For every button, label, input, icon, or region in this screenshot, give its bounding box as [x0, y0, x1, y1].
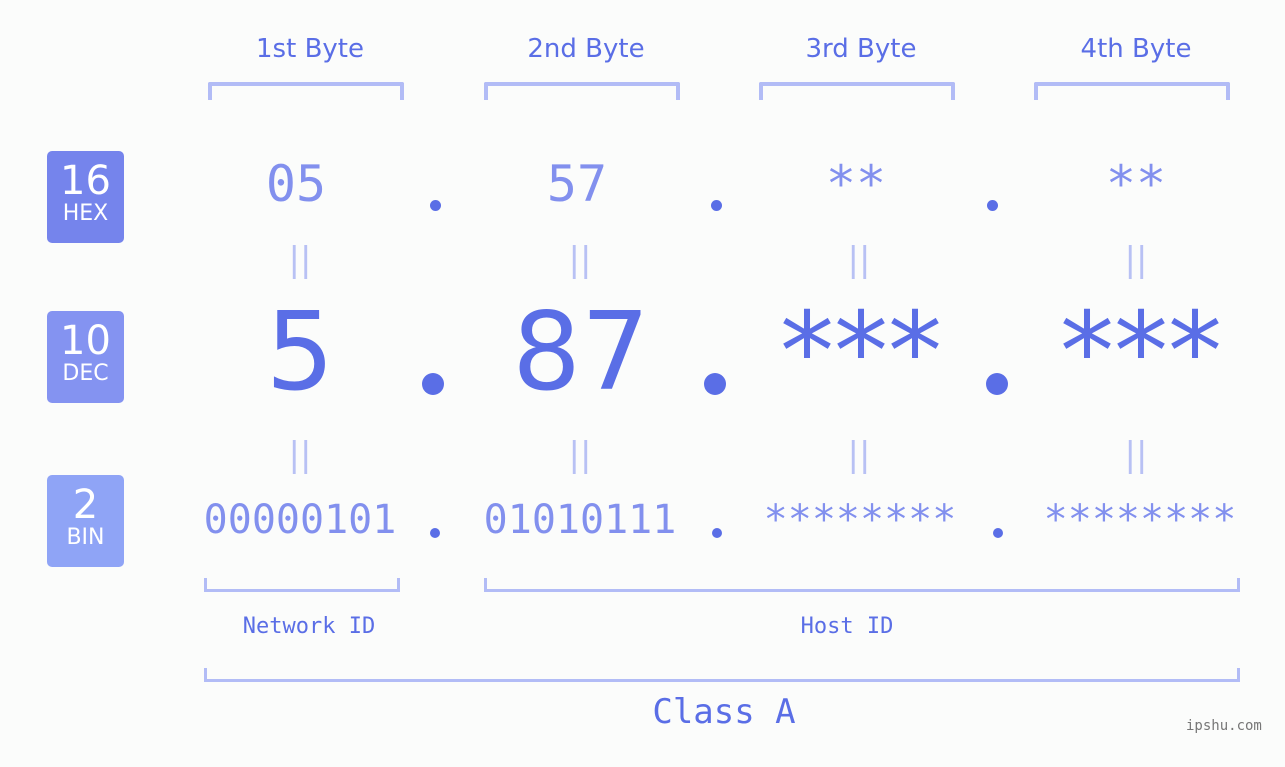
header-byte-1: 1st Byte: [256, 34, 364, 64]
equals-dec-bin-3: ||: [847, 435, 871, 475]
bracket-byte-2: [484, 82, 680, 100]
bin-badge-label: BIN: [66, 525, 105, 550]
dec-badge: 10 DEC: [47, 311, 124, 403]
hex-byte-4: **: [1105, 155, 1167, 213]
dec-dot-3: [986, 373, 1008, 395]
dec-dot-1: [422, 373, 444, 395]
dec-byte-3: ***: [780, 290, 942, 415]
bin-byte-4: ********: [1043, 497, 1237, 543]
bracket-byte-4: [1034, 82, 1230, 100]
dec-byte-4: ***: [1060, 290, 1222, 415]
header-byte-2: 2nd Byte: [527, 34, 645, 64]
dec-badge-label: DEC: [62, 361, 109, 386]
watermark: ipshu.com: [1186, 718, 1262, 734]
hex-byte-3: **: [825, 155, 887, 213]
hex-dot-3: [987, 200, 998, 211]
equals-dec-bin-2: ||: [568, 435, 592, 475]
hex-badge-label: HEX: [62, 201, 109, 226]
bin-badge: 2 BIN: [47, 475, 124, 567]
bin-dot-3: [993, 528, 1003, 538]
dec-dot-2: [704, 373, 726, 395]
bin-badge-number: 2: [72, 482, 99, 528]
bin-byte-2: 01010111: [483, 497, 677, 543]
network-id-label: Network ID: [242, 614, 376, 639]
network-id-bracket: [204, 578, 400, 592]
dec-badge-number: 10: [60, 318, 111, 364]
header-byte-4: 4th Byte: [1080, 34, 1192, 64]
equals-hex-dec-4: ||: [1124, 240, 1148, 280]
hex-dot-1: [430, 200, 441, 211]
host-id-label: Host ID: [800, 614, 894, 639]
bin-dot-1: [430, 528, 440, 538]
hex-byte-2: 57: [546, 155, 608, 213]
equals-dec-bin-4: ||: [1124, 435, 1148, 475]
equals-dec-bin-1: ||: [288, 435, 312, 475]
hex-badge-number: 16: [60, 158, 111, 204]
hex-badge: 16 HEX: [47, 151, 124, 243]
class-bracket: [204, 668, 1240, 682]
bin-byte-1: 00000101: [203, 497, 397, 543]
hex-dot-2: [711, 200, 722, 211]
host-id-bracket: [484, 578, 1240, 592]
header-byte-3: 3rd Byte: [805, 34, 917, 64]
bin-dot-2: [712, 528, 722, 538]
dec-byte-1: 5: [265, 290, 335, 415]
dec-byte-2: 87: [512, 290, 650, 415]
equals-hex-dec-3: ||: [847, 240, 871, 280]
equals-hex-dec-2: ||: [568, 240, 592, 280]
hex-byte-1: 05: [265, 155, 327, 213]
bracket-byte-3: [759, 82, 955, 100]
equals-hex-dec-1: ||: [288, 240, 312, 280]
class-label: Class A: [652, 692, 796, 732]
bin-byte-3: ********: [763, 497, 957, 543]
bracket-byte-1: [208, 82, 404, 100]
